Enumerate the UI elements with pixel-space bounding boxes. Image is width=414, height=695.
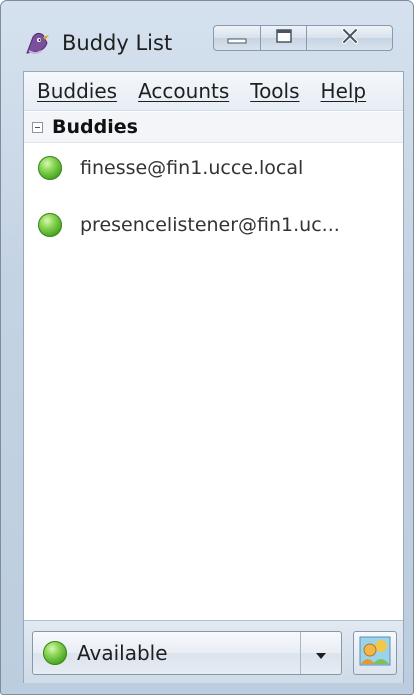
- caption-buttons: [213, 25, 403, 51]
- title-bar[interactable]: Buddy List: [1, 1, 413, 71]
- status-bar: Available: [24, 620, 403, 683]
- available-icon: [43, 641, 67, 665]
- maximize-button[interactable]: [261, 25, 307, 51]
- buddy-list-item[interactable]: finesse@fin1.ucce.local: [24, 148, 403, 188]
- menu-tools[interactable]: Tools: [250, 79, 299, 103]
- buddy-list-window: Buddy List Buddies Accounts Tools Help B…: [0, 0, 414, 695]
- minimize-icon: [227, 29, 247, 48]
- buddy-list-item[interactable]: presencelistener@fin1.uc...: [24, 205, 403, 245]
- window-title: Buddy List: [62, 31, 173, 55]
- menu-buddies[interactable]: Buddies: [37, 79, 117, 103]
- buddy-icon: [359, 636, 391, 670]
- pidgin-icon: [23, 29, 51, 57]
- group-header-buddies[interactable]: Buddies: [24, 112, 403, 143]
- menu-accounts[interactable]: Accounts: [138, 79, 229, 103]
- minimize-button[interactable]: [213, 25, 261, 51]
- buddy-name: presencelistener@fin1.uc...: [80, 214, 340, 236]
- client-area: Buddies Accounts Tools Help Buddies fine…: [23, 71, 404, 683]
- status-label: Available: [77, 641, 168, 665]
- close-icon: [341, 28, 359, 48]
- buddy-icon-button[interactable]: [353, 631, 397, 675]
- close-button[interactable]: [307, 25, 393, 51]
- status-dropdown-button[interactable]: [300, 632, 341, 674]
- maximize-icon: [275, 28, 293, 48]
- chevron-down-icon: [316, 644, 326, 663]
- available-icon: [38, 156, 62, 180]
- collapse-icon[interactable]: [32, 121, 43, 133]
- available-icon: [38, 213, 62, 237]
- status-selector[interactable]: Available: [32, 631, 342, 675]
- menu-bar: Buddies Accounts Tools Help: [24, 72, 403, 111]
- menu-help[interactable]: Help: [321, 79, 367, 103]
- buddy-name: finesse@fin1.ucce.local: [80, 157, 304, 179]
- group-label: Buddies: [52, 116, 138, 138]
